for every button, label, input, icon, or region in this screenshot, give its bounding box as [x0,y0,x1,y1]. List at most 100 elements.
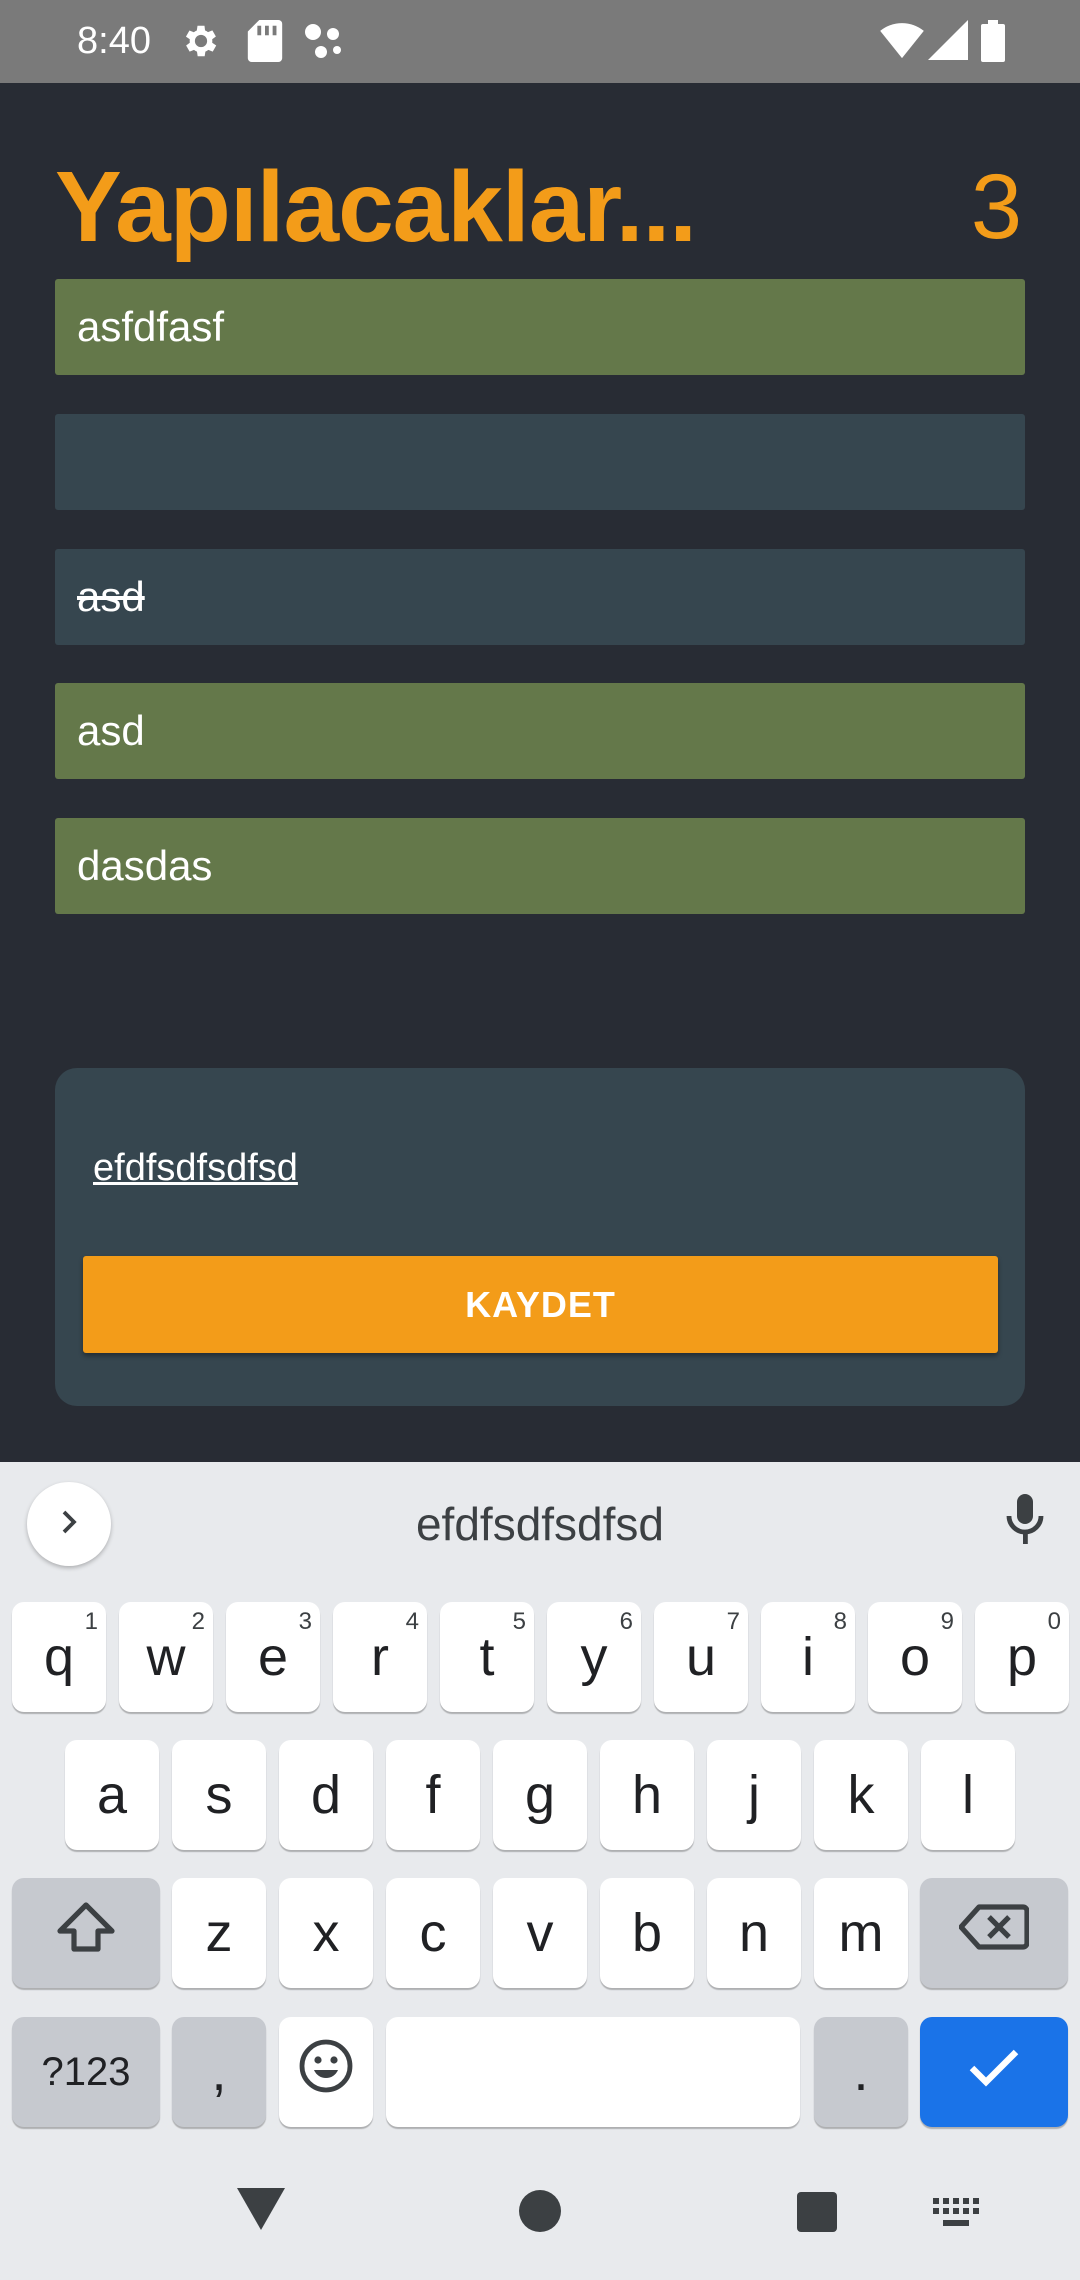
todo-item[interactable]: asd [55,549,1025,645]
key-t[interactable]: t5 [440,1602,534,1712]
key-u[interactable]: u7 [654,1602,748,1712]
key-label: v [526,1903,554,1963]
key-c[interactable]: c [386,1878,480,1988]
key-z[interactable]: z [172,1878,266,1988]
key-f[interactable]: f [386,1740,480,1850]
key-label: t [479,1627,495,1687]
space-key[interactable] [386,2017,800,2127]
key-r[interactable]: r4 [333,1602,427,1712]
key-w[interactable]: w2 [119,1602,213,1712]
key-hint: 8 [833,1608,847,1635]
key-l[interactable]: l [921,1740,1015,1850]
key-label: b [631,1903,663,1963]
microphone-icon[interactable] [1003,1492,1047,1553]
key-q[interactable]: q1 [12,1602,106,1712]
key-a[interactable]: a [65,1740,159,1850]
key-label: n [738,1903,770,1963]
key-hint: 7 [726,1608,740,1635]
key-label: x [312,1903,340,1963]
period-key[interactable]: . [814,2017,908,2127]
new-todo-form: KAYDET [55,1068,1025,1406]
key-hint: 6 [619,1608,633,1635]
back-triangle-icon[interactable] [237,2188,285,2235]
key-p[interactable]: p0 [975,1602,1069,1712]
key-label: i [802,1627,814,1687]
key-e[interactable]: e3 [226,1602,320,1712]
todo-item-text: asfdfasf [77,303,225,350]
checkmark-icon [966,2041,1022,2103]
key-label: u [685,1627,717,1687]
todo-item[interactable] [55,414,1025,510]
key-b[interactable]: b [600,1878,694,1988]
status-time: 8:40 [77,20,151,62]
home-circle-icon[interactable] [519,2190,561,2237]
key-hint: 4 [405,1608,419,1635]
todo-count: 3 [970,156,1022,258]
key-label: a [96,1765,128,1825]
symbols-key[interactable]: ?123 [12,2017,160,2127]
key-label: ?123 [41,2050,131,2094]
todo-item[interactable]: asd [55,683,1025,779]
emoji-smiley-icon [298,2038,354,2107]
key-label: e [257,1627,289,1687]
wifi-icon [880,20,924,65]
todo-item-text: asd [77,573,145,620]
key-hint: 2 [191,1608,205,1635]
sd-card-icon [247,20,283,67]
key-s[interactable]: s [172,1740,266,1850]
key-label: c [419,1903,447,1963]
word-suggestion[interactable]: efdfsdfsdfsd [0,1497,1080,1551]
todo-item-text: dasdas [77,842,213,889]
battery-icon [981,20,1005,67]
key-m[interactable]: m [814,1878,908,1988]
key-j[interactable]: j [707,1740,801,1850]
key-label: j [748,1765,760,1825]
todo-item[interactable]: asfdfasf [55,279,1025,375]
key-h[interactable]: h [600,1740,694,1850]
signal-icon [928,20,968,65]
comma-key[interactable]: , [172,2017,266,2127]
shift-arrow-icon [54,1899,118,1968]
key-i[interactable]: i8 [761,1602,855,1712]
todo-input[interactable] [93,1138,793,1198]
key-label: o [899,1627,931,1687]
key-x[interactable]: x [279,1878,373,1988]
key-hint: 9 [940,1608,954,1635]
navigation-bar [0,2150,1080,2280]
emoji-key[interactable] [279,2017,373,2127]
key-label: p [1006,1627,1038,1687]
key-n[interactable]: n [707,1878,801,1988]
key-label: . [853,2042,869,2102]
key-label: h [631,1765,663,1825]
key-y[interactable]: y6 [547,1602,641,1712]
key-label: k [847,1765,875,1825]
page-title: Yapılacaklar... [55,151,697,263]
save-button[interactable]: KAYDET [83,1256,998,1353]
key-label: g [524,1765,556,1825]
done-key[interactable] [920,2017,1068,2127]
key-label: l [962,1765,974,1825]
backspace-key[interactable] [920,1878,1068,1988]
key-hint: 0 [1047,1608,1061,1635]
key-label: , [211,2042,227,2102]
recents-square-icon[interactable] [797,2192,837,2237]
key-hint: 1 [84,1608,98,1635]
key-k[interactable]: k [814,1740,908,1850]
key-label: q [43,1627,75,1687]
keyboard-switch-icon[interactable] [933,2198,979,2233]
key-o[interactable]: o9 [868,1602,962,1712]
key-v[interactable]: v [493,1878,587,1988]
key-label: f [425,1765,441,1825]
key-d[interactable]: d [279,1740,373,1850]
todo-item-text: asd [77,707,145,754]
key-hint: 3 [298,1608,312,1635]
key-label: z [205,1903,233,1963]
assistant-dots-icon [303,20,343,67]
key-label: s [205,1765,233,1825]
shift-key[interactable] [12,1878,160,1988]
status-bar: 8:40 [0,0,1080,83]
key-g[interactable]: g [493,1740,587,1850]
key-label: r [371,1627,389,1687]
backspace-icon [958,1902,1030,1964]
todo-item[interactable]: dasdas [55,818,1025,914]
